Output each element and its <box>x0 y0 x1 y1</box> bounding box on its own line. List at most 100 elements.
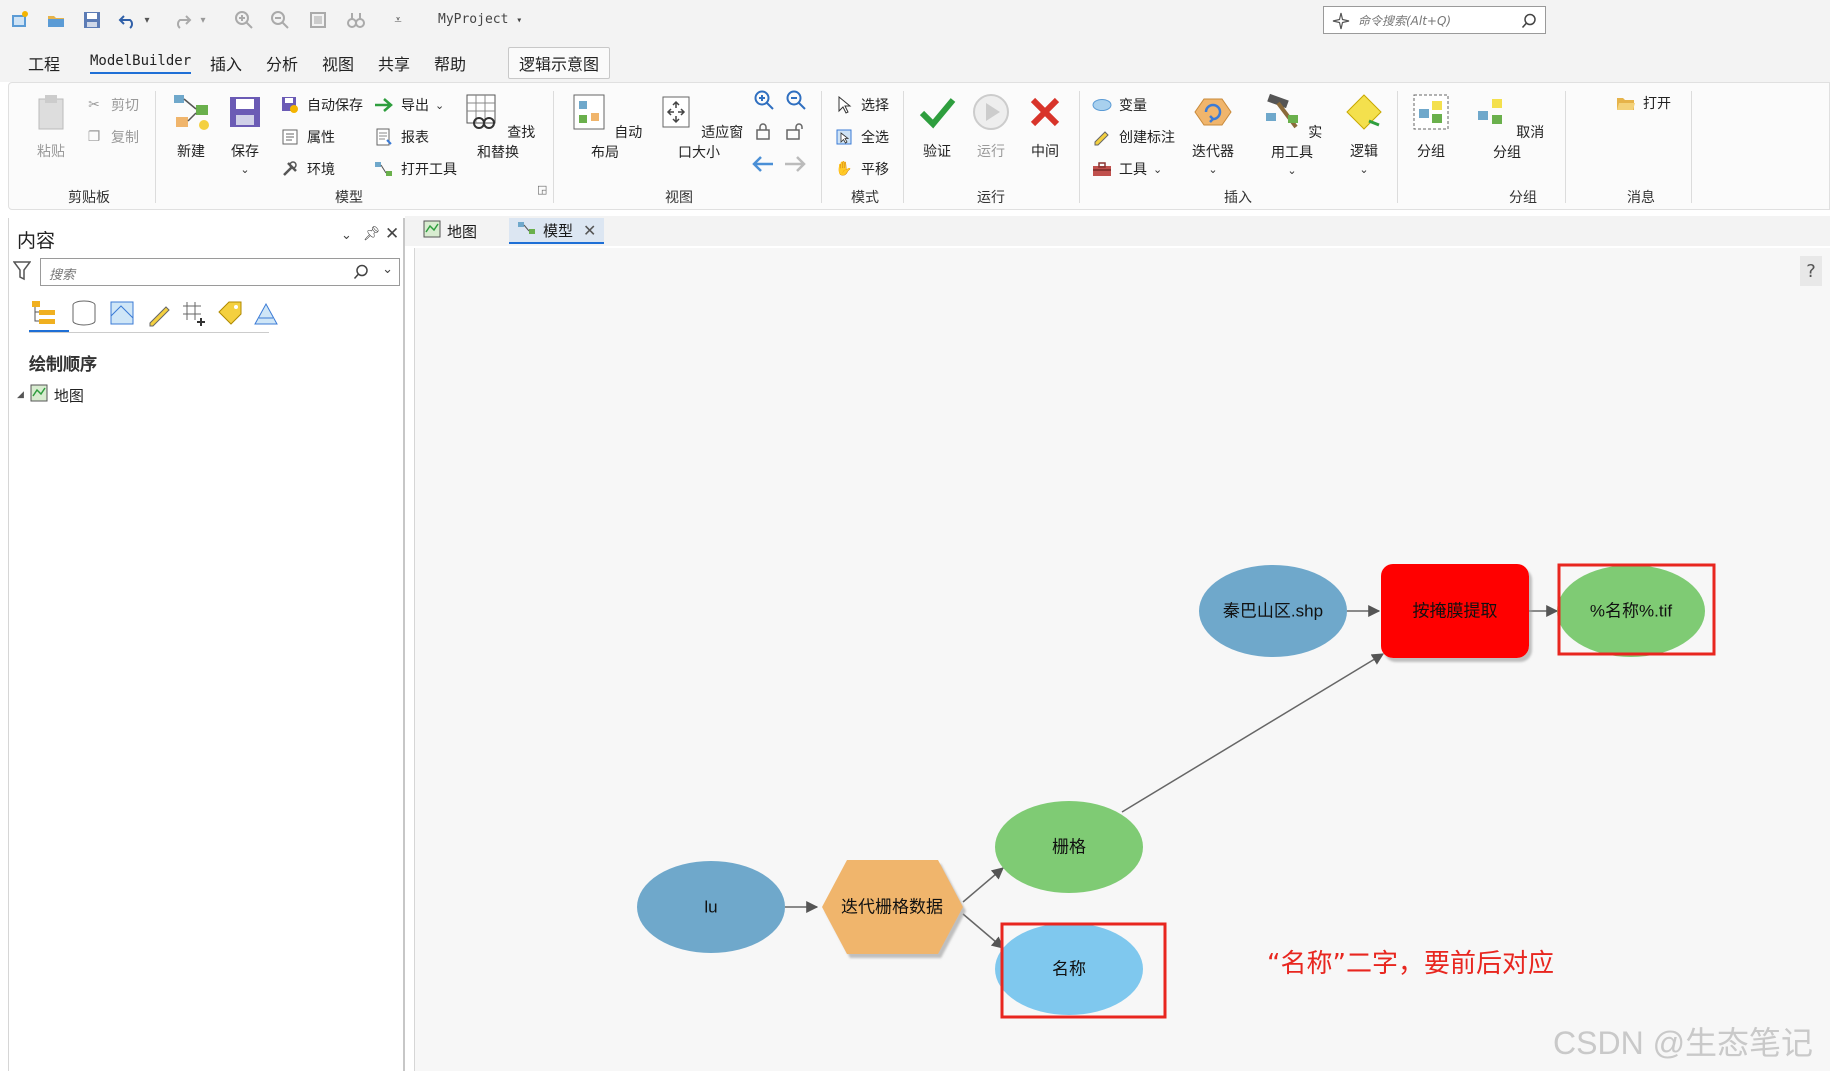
node-raster[interactable]: 栅格 <box>995 801 1143 893</box>
document-tabs: 地图 模型 ✕ <box>405 216 1830 246</box>
model-canvas[interactable]: ? lu 迭代栅格数据 栅格 名称 秦巴山区.shp 按掩膜提取 %名称%.ti… <box>414 248 1830 1071</box>
export-button[interactable]: 导出 ⌄ <box>373 95 444 115</box>
dialog-launcher-icon[interactable]: ◲ <box>537 183 547 196</box>
iterators-dropdown-icon[interactable]: ⌄ <box>1208 163 1217 176</box>
undo-dropdown-icon[interactable]: ▾ <box>140 9 154 31</box>
tab-share[interactable]: 共享 <box>378 51 410 75</box>
separator <box>903 91 904 203</box>
command-search-input[interactable]: 命令搜索(Alt+Q) <box>1323 6 1546 34</box>
utilities-button[interactable]: 实用工具 ⌄ <box>1257 91 1327 178</box>
properties-button[interactable]: 属性 <box>279 127 335 147</box>
logic-button[interactable]: 逻辑 ⌄ <box>1339 91 1389 177</box>
autosave-icon <box>279 95 301 115</box>
tab-model-label: 模型 <box>543 221 574 240</box>
save-project-icon[interactable] <box>80 9 104 31</box>
new-model-button[interactable]: 新建 <box>167 91 215 161</box>
save-model-button[interactable]: 保存 ⌄ <box>223 91 267 177</box>
iterators-button[interactable]: 迭代器 ⌄ <box>1185 91 1241 177</box>
list-by-selection-icon[interactable] <box>107 298 137 328</box>
report-button[interactable]: 报表 <box>373 127 429 147</box>
list-by-perspective-icon[interactable] <box>251 298 281 328</box>
autosave-button[interactable]: 自动保存 <box>279 95 363 115</box>
create-label-button[interactable]: 创建标注 <box>1091 127 1175 147</box>
variable-button[interactable]: 变量 <box>1091 95 1147 115</box>
fit-window-button[interactable]: 适应窗口大小 <box>649 91 749 162</box>
node-output-tif[interactable]: %名称%.tif <box>1557 565 1705 657</box>
model-group-label: 模型 <box>335 190 363 206</box>
node-iterate-label: 迭代栅格数据 <box>841 897 943 916</box>
logic-dropdown-icon[interactable]: ⌄ <box>1359 163 1368 176</box>
tab-modelbuilder[interactable]: ModelBuilder <box>90 53 192 74</box>
label-pencil-icon <box>1091 127 1113 147</box>
auto-layout-button[interactable]: 自动布局 <box>567 91 643 162</box>
pan-button[interactable]: ✋ 平移 <box>833 159 889 179</box>
connector-iterate-to-raster[interactable] <box>962 867 1004 903</box>
tab-project[interactable]: 工程 <box>28 51 60 75</box>
open-tool-button[interactable]: 打开工具 <box>373 159 457 179</box>
tools-dropdown-icon[interactable]: ⌄ <box>1153 163 1162 176</box>
back-arrow-icon[interactable] <box>751 155 775 177</box>
list-by-labeling-icon[interactable] <box>215 298 245 328</box>
close-x-icon <box>1030 97 1060 127</box>
tools-icon <box>279 159 301 179</box>
filter-icon[interactable] <box>12 260 32 286</box>
logic-label: 逻辑 <box>1350 144 1378 160</box>
select-button[interactable]: 选择 <box>833 95 889 115</box>
search-options-icon[interactable]: ⌄ <box>382 262 393 277</box>
cut-button: ✂ 剪切 <box>83 95 139 115</box>
new-project-icon[interactable] <box>8 9 32 31</box>
close-tab-icon[interactable]: ✕ <box>583 221 596 240</box>
connector-raster-to-extract[interactable] <box>1121 653 1385 813</box>
validate-label: 验证 <box>923 144 951 160</box>
project-name[interactable]: MyProject ▾ <box>438 12 522 27</box>
tab-view[interactable]: 视图 <box>322 51 354 75</box>
unlock-icon[interactable] <box>785 121 805 145</box>
variable-icon <box>1091 95 1113 115</box>
node-mask-label: 秦巴山区.shp <box>1223 601 1323 620</box>
ungroup-button[interactable]: 取消分组 <box>1465 91 1549 162</box>
paste-button: 粘贴 <box>29 91 73 161</box>
zoom-out-icon[interactable] <box>785 89 807 115</box>
group-button[interactable]: 分组 <box>1409 91 1453 161</box>
contents-search-input[interactable]: 搜索 ⌄ <box>40 258 400 286</box>
list-by-snapping-icon[interactable] <box>179 298 209 328</box>
pointer-icon <box>833 95 855 115</box>
find-replace-icon <box>466 94 496 129</box>
zoom-in-icon[interactable] <box>753 89 775 115</box>
open-project-icon[interactable] <box>44 9 68 31</box>
pin-icon[interactable]: 📌︎ <box>363 226 381 242</box>
connector-iterate-to-name[interactable] <box>962 913 1004 949</box>
pane-options-icon[interactable]: ⌄ <box>341 228 352 243</box>
intermediate-button[interactable]: 中间 <box>1023 91 1067 161</box>
find-replace-button[interactable]: 查找和替换 <box>459 91 537 162</box>
open-messages-button[interactable]: 打开 <box>1615 93 1671 113</box>
list-by-drawing-order-icon[interactable] <box>29 298 59 328</box>
validate-button[interactable]: 验证 <box>915 91 959 161</box>
node-lu[interactable]: lu <box>637 861 785 953</box>
lock-icon[interactable] <box>753 121 773 145</box>
list-by-source-icon[interactable] <box>69 298 99 328</box>
utilities-dropdown-icon[interactable]: ⌄ <box>1287 164 1296 177</box>
paste-icon <box>38 95 64 130</box>
tools-button[interactable]: 工具 ⌄ <box>1091 159 1162 179</box>
environment-button[interactable]: 环境 <box>279 159 335 179</box>
node-name[interactable]: 名称 <box>995 923 1143 1015</box>
save-dropdown-icon[interactable]: ⌄ <box>240 163 249 176</box>
tab-model[interactable]: 模型 ✕ <box>509 218 605 244</box>
tab-schematic[interactable]: 逻辑示意图 <box>508 47 611 79</box>
select-all-button[interactable]: 全选 <box>833 127 889 147</box>
tab-map[interactable]: 地图 <box>415 218 485 244</box>
map-tree-item[interactable]: ◢ 地图 <box>17 384 84 406</box>
find-icon <box>344 9 368 31</box>
node-mask-shapefile[interactable]: 秦巴山区.shp <box>1199 565 1347 657</box>
expand-triangle-icon[interactable]: ◢ <box>17 390 24 400</box>
undo-icon[interactable] <box>116 9 140 31</box>
export-dropdown-icon[interactable]: ⌄ <box>435 99 444 112</box>
node-name-label: 名称 <box>1052 959 1086 978</box>
tab-help[interactable]: 帮助 <box>434 51 466 75</box>
tab-analysis[interactable]: 分析 <box>266 51 298 75</box>
list-by-editing-icon[interactable] <box>145 298 175 328</box>
close-icon[interactable]: ✕ <box>385 224 399 244</box>
customize-toolbar-icon[interactable]: ⩡ <box>386 9 410 31</box>
tab-insert[interactable]: 插入 <box>210 51 242 75</box>
